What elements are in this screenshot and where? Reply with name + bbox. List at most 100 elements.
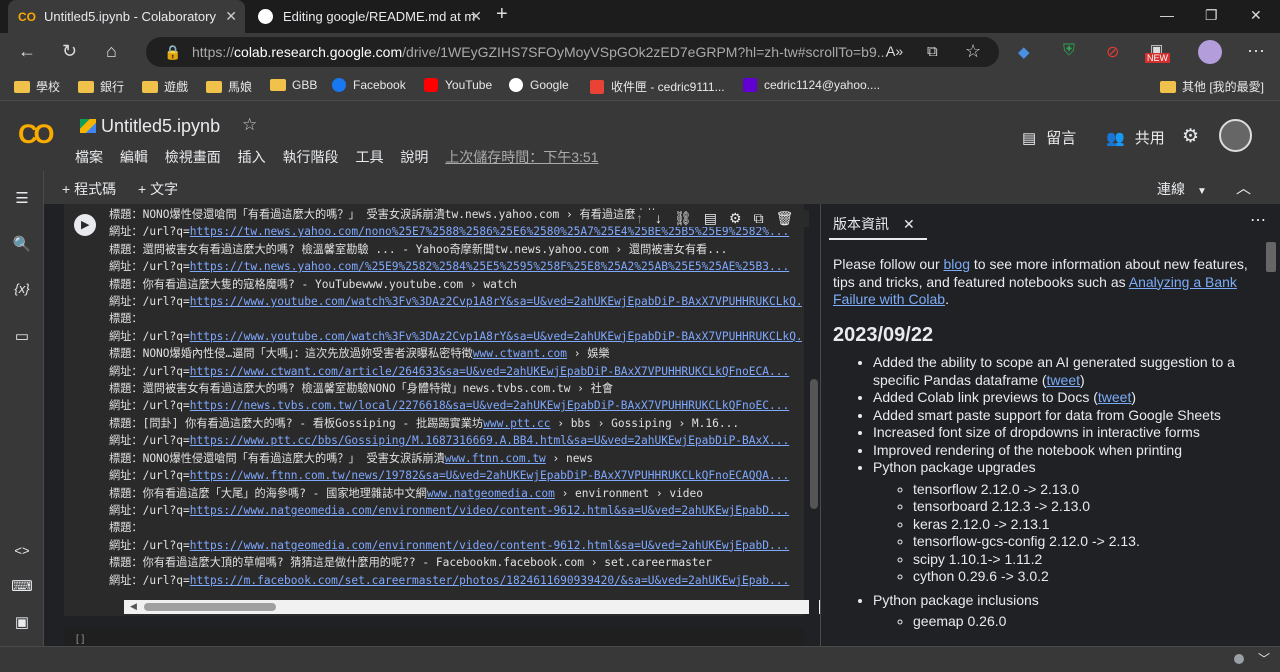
tab-github[interactable]: Editing google/README.md at m ✕: [250, 0, 490, 33]
extension-icon[interactable]: ◆: [1018, 43, 1030, 61]
run-cell-button[interactable]: ▶: [74, 214, 96, 236]
code-cell[interactable]: ▶ 標題：NONO爆性侵還嗆問「有看過這麼大的嗎？」 受害女淚訴崩潰tw.new…: [64, 204, 822, 616]
code-cell[interactable]: [ ]: [64, 628, 804, 648]
settings-gear-icon[interactable]: ⚙: [1182, 125, 1199, 148]
scroll-thumb[interactable]: [144, 603, 276, 611]
back-icon[interactable]: ←: [18, 41, 36, 62]
output-link[interactable]: https://www.natgeomedia.com/environment/…: [190, 539, 789, 552]
output-link[interactable]: www.ftnn.com.tw: [445, 452, 546, 465]
bookmark-facebook[interactable]: Facebook: [332, 78, 406, 92]
terminal-icon[interactable]: ▣: [0, 613, 44, 631]
collapse-chevron-icon[interactable]: ︿: [1236, 177, 1251, 198]
bookmark-folder[interactable]: 馬娘: [206, 78, 252, 95]
colab-logo[interactable]: CO: [18, 119, 54, 150]
toc-icon[interactable]: ☰: [0, 189, 44, 207]
output-link[interactable]: https://tw.news.yahoo.com/%25E9%2582%258…: [190, 260, 789, 273]
more-icon[interactable]: ⋯: [1247, 41, 1265, 62]
move-down-icon[interactable]: ↓: [655, 210, 662, 226]
new-tab-icon[interactable]: +: [496, 3, 508, 26]
bookmark-yahoo[interactable]: cedric1124@yahoo....: [743, 78, 880, 92]
user-avatar[interactable]: [1219, 119, 1252, 152]
comment-icon[interactable]: ▤: [704, 210, 717, 226]
output-link[interactable]: www.ctwant.com: [473, 347, 567, 360]
refresh-icon[interactable]: ↻: [62, 41, 77, 62]
read-aloud-icon[interactable]: A»: [886, 43, 903, 59]
output-link[interactable]: www.natgeomedia.com: [427, 487, 555, 500]
delete-icon[interactable]: 🗑: [776, 210, 794, 226]
last-saved-link[interactable]: 上次儲存時間：下午3:51: [445, 149, 598, 165]
scroll-left-icon[interactable]: ◀: [130, 601, 137, 612]
menu-edit[interactable]: 編輯: [120, 149, 148, 165]
search-icon[interactable]: 🔍: [0, 235, 44, 253]
move-up-icon[interactable]: ↑: [636, 210, 643, 226]
tweet-link[interactable]: tweet: [1098, 389, 1131, 405]
add-text-button[interactable]: + 文字: [138, 179, 178, 199]
menu-view[interactable]: 檢視畫面: [165, 149, 221, 165]
menu-help[interactable]: 說明: [400, 149, 428, 165]
output-label: 標題：: [109, 416, 143, 430]
blog-link[interactable]: blog: [944, 256, 970, 272]
profile-avatar[interactable]: [1198, 40, 1222, 64]
settings-gear-icon[interactable]: ⚙: [729, 210, 742, 226]
menu-insert[interactable]: 插入: [238, 149, 266, 165]
output-link[interactable]: https://www.natgeomedia.com/environment/…: [190, 504, 789, 517]
bookmark-google[interactable]: Google: [509, 78, 569, 92]
link-icon[interactable]: ⛓: [674, 210, 692, 226]
close-window-icon[interactable]: ✕: [1250, 7, 1262, 24]
code-snippets-icon[interactable]: <>: [0, 543, 44, 558]
output-link[interactable]: https://www.youtube.com/watch%3Fv%3DAz2C…: [190, 330, 802, 343]
block-icon[interactable]: ⊘: [1106, 42, 1119, 62]
menu-tools[interactable]: 工具: [355, 149, 383, 165]
scroll-thumb[interactable]: [810, 379, 818, 509]
status-bar: ﹀: [0, 646, 1280, 672]
vertical-scrollbar[interactable]: [809, 204, 819, 646]
favorite-star-icon[interactable]: ☆: [965, 41, 981, 62]
command-palette-icon[interactable]: ⌨: [0, 577, 44, 595]
close-icon[interactable]: ✕: [903, 216, 915, 232]
tab-release-notes[interactable]: 版本資訊 ✕: [833, 214, 915, 234]
chevron-down-icon[interactable]: ﹀: [1258, 650, 1270, 667]
output-link[interactable]: https://www.ctwant.com/article/264633&sa…: [190, 365, 789, 378]
bookmark-other-folder[interactable]: 其他 [我的最愛]: [1160, 78, 1264, 95]
bookmark-folder[interactable]: GBB: [270, 78, 317, 92]
url-bar[interactable]: 🔒 https://colab.research.google.com/driv…: [146, 37, 999, 67]
more-icon[interactable]: ⋯: [1250, 210, 1266, 230]
add-code-button[interactable]: + 程式碼: [62, 179, 116, 199]
output-link[interactable]: https://news.tvbs.com.tw/local/2276618&s…: [190, 399, 789, 412]
star-icon[interactable]: ☆: [242, 115, 257, 135]
output-link[interactable]: https://tw.news.yahoo.com/nono%25E7%2588…: [190, 225, 789, 238]
tweet-link[interactable]: tweet: [1047, 372, 1080, 388]
bookmark-folder[interactable]: 銀行: [78, 78, 124, 95]
output-line: 網址：/url?q=https://www.youtube.com/watch%…: [109, 328, 802, 345]
home-icon[interactable]: ⌂: [106, 41, 117, 62]
horizontal-scrollbar[interactable]: ◀ ▶: [124, 600, 822, 614]
close-tab-icon[interactable]: ✕: [470, 8, 482, 25]
comment-button[interactable]: ▤ 留言: [1022, 127, 1076, 148]
bookmark-folder[interactable]: 遊戲: [142, 78, 188, 95]
output-link[interactable]: https://m.facebook.com/set.careermaster/…: [190, 574, 789, 587]
restore-icon[interactable]: ❐: [1205, 7, 1218, 24]
bookmark-label: Facebook: [353, 78, 406, 92]
bookmark-gmail[interactable]: 收件匣 - cedric9111...: [590, 78, 725, 95]
menu-file[interactable]: 檔案: [75, 149, 103, 165]
menu-runtime[interactable]: 執行階段: [283, 149, 339, 165]
shield-icon[interactable]: ⛨: [1063, 42, 1075, 60]
share-button[interactable]: 👥 共用: [1106, 127, 1165, 148]
connect-button[interactable]: 連線 ▼: [1157, 179, 1207, 199]
bookmark-youtube[interactable]: YouTube: [424, 78, 492, 92]
output-link[interactable]: www.ptt.cc: [483, 417, 550, 430]
minimize-icon[interactable]: —: [1160, 7, 1174, 23]
mirror-cell-icon[interactable]: ⧉: [754, 210, 764, 226]
variables-icon[interactable]: {x}: [0, 281, 44, 296]
tab-colab[interactable]: CO Untitled5.ipynb - Colaboratory ✕: [8, 0, 245, 33]
close-tab-icon[interactable]: ✕: [225, 8, 237, 25]
output-link[interactable]: https://www.youtube.com/watch%3Fv%3DAz2C…: [190, 295, 802, 308]
upgrade-item: tensorflow 2.12.0 -> 2.13.0: [913, 481, 1273, 499]
app-available-icon[interactable]: ⧉: [927, 43, 938, 60]
files-folder-icon[interactable]: ▭: [0, 327, 44, 345]
bookmark-folder[interactable]: 學校: [14, 78, 60, 95]
output-line: 網址：/url?q=https://www.ctwant.com/article…: [109, 363, 802, 380]
notebook-title[interactable]: Untitled5.ipynb: [101, 116, 220, 137]
output-link[interactable]: https://www.ftnn.com.tw/news/19782&sa=U&…: [190, 469, 789, 482]
output-link[interactable]: https://www.ptt.cc/bbs/Gossiping/M.16873…: [190, 434, 789, 447]
